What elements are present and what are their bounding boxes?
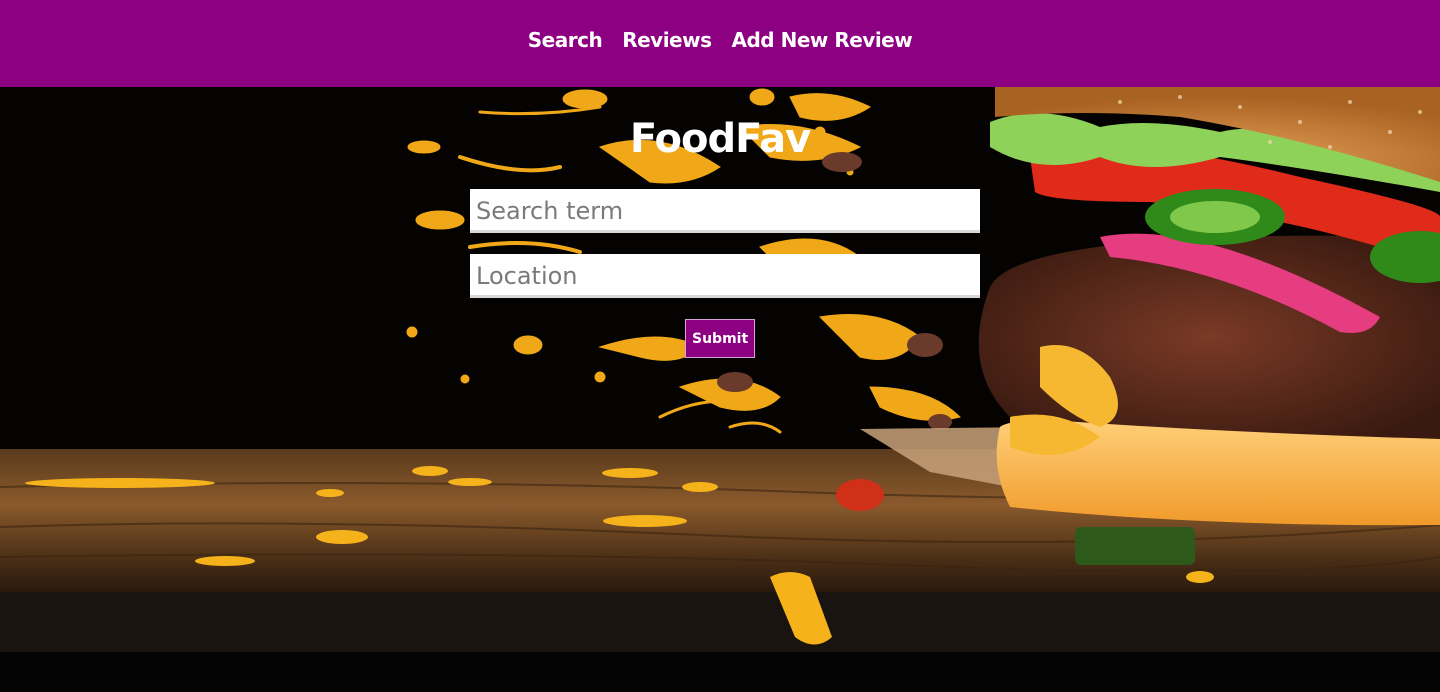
nav-link-search[interactable]: Search <box>528 28 603 52</box>
hero-background-image <box>0 87 1440 652</box>
nav-link-reviews[interactable]: Reviews <box>622 28 712 52</box>
page-title: FoodFav <box>629 116 811 162</box>
submit-button[interactable]: Submit <box>685 319 755 358</box>
search-term-input[interactable] <box>470 189 980 233</box>
top-navbar: Search Reviews Add New Review <box>0 0 1440 87</box>
nav-links: Search Reviews Add New Review <box>528 28 913 52</box>
nav-link-add-new-review[interactable]: Add New Review <box>732 28 913 52</box>
burger-photo <box>0 87 1440 652</box>
page-footer <box>0 652 1440 692</box>
location-input[interactable] <box>470 254 980 298</box>
